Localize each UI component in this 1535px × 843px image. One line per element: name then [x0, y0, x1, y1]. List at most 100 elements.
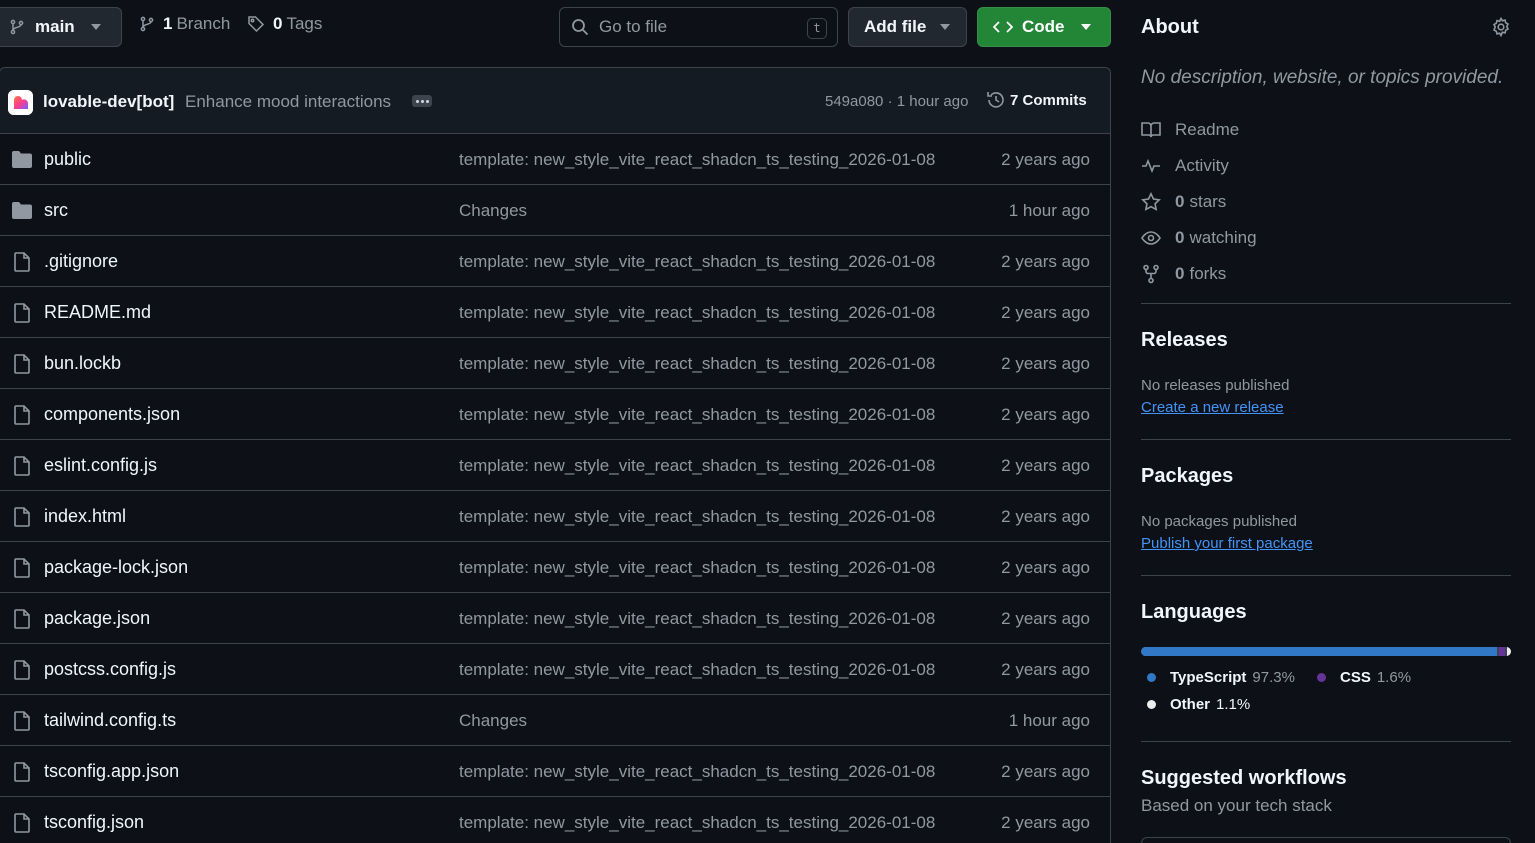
file-row[interactable]: package-lock.json template: new_style_vit… [0, 542, 1110, 593]
branches-label: Branch [176, 14, 231, 33]
forks-link[interactable]: 0 forks [1141, 256, 1257, 292]
file-name-link[interactable]: tailwind.config.ts [44, 710, 176, 731]
watchers-link[interactable]: 0 watching [1141, 220, 1257, 256]
file-icon [13, 507, 31, 527]
file-row[interactable]: bun.lockb template: new_style_vite_react_… [0, 338, 1110, 389]
file-commit-age: 1 hour ago [1008, 201, 1090, 220]
file-row[interactable]: eslint.config.js template: new_style_vite… [0, 440, 1110, 491]
about-heading: About [1141, 16, 1199, 38]
file-name-link[interactable]: README.md [44, 302, 151, 323]
branches-link[interactable]: 1 Branch [139, 14, 230, 34]
history-icon [986, 90, 1006, 110]
file-icon [13, 660, 31, 680]
commit-message-link[interactable]: Enhance mood interactions [185, 92, 391, 112]
language-bar-segment [1506, 647, 1511, 656]
file-row[interactable]: index.html template: new_style_vite_react… [0, 491, 1110, 542]
file-commit-message-link[interactable]: template: new_style_vite_react_shadcn_ts… [459, 303, 935, 323]
file-commit-message-link[interactable]: Changes [459, 201, 527, 221]
file-row[interactable]: postcss.config.js template: new_style_vit… [0, 644, 1110, 695]
language-percent: 1.6% [1376, 669, 1412, 686]
publish-package-link[interactable]: Publish your first package [1141, 535, 1313, 552]
file-name-link[interactable]: components.json [44, 404, 180, 425]
file-commit-message-link[interactable]: template: new_style_vite_react_shadcn_ts… [459, 558, 935, 578]
file-row[interactable]: tsconfig.json template: new_style_vite_re… [0, 797, 1110, 843]
packages-empty-text: No packages published [1141, 513, 1297, 530]
file-commit-message-link[interactable]: template: new_style_vite_react_shadcn_ts… [459, 609, 935, 629]
tags-label: Tags [286, 14, 323, 33]
activity-link[interactable]: Activity [1141, 148, 1257, 184]
language-typescript[interactable]: TypeScript 97.3% [1147, 669, 1295, 686]
file-row[interactable]: tailwind.config.ts Changes 1 hour ago [0, 695, 1110, 746]
file-row[interactable]: tsconfig.app.json template: new_style_vit… [0, 746, 1110, 797]
releases-heading[interactable]: Releases [1141, 329, 1228, 352]
workflow-card[interactable] [1141, 837, 1511, 843]
file-name-link[interactable]: package-lock.json [44, 557, 188, 578]
file-row[interactable]: .gitignore template: new_style_vite_react… [0, 236, 1110, 287]
workflows-heading: Suggested workflows [1141, 767, 1347, 789]
commits-history-link[interactable]: 7 Commits [986, 90, 1087, 110]
file-name-link[interactable]: tsconfig.app.json [44, 761, 179, 782]
go-to-file-input[interactable]: Go to file t [559, 7, 838, 47]
star-icon [1141, 192, 1161, 212]
file-commit-message-link[interactable]: Changes [459, 711, 527, 731]
avatar[interactable] [8, 90, 33, 115]
file-row[interactable]: components.json template: new_style_vite_… [0, 389, 1110, 440]
branch-selector-button[interactable]: main [0, 7, 122, 47]
branches-count: 1 [163, 14, 173, 33]
file-commit-message-link[interactable]: template: new_style_vite_react_shadcn_ts… [459, 252, 935, 272]
file-icon [13, 303, 31, 323]
create-release-link[interactable]: Create a new release [1141, 399, 1284, 416]
commit-author-link[interactable]: lovable-dev[bot] [43, 92, 174, 112]
language-color-dot [1147, 673, 1156, 682]
file-commit-message-link[interactable]: template: new_style_vite_react_shadcn_ts… [459, 354, 935, 374]
language-color-dot [1147, 700, 1156, 709]
packages-heading[interactable]: Packages [1141, 465, 1233, 488]
file-name-link[interactable]: public [44, 149, 91, 170]
stars-count: 0 [1175, 192, 1185, 211]
file-name-link[interactable]: index.html [44, 506, 126, 527]
file-icon [13, 711, 31, 731]
file-name-link[interactable]: package.json [44, 608, 150, 629]
language-name: Other [1170, 696, 1211, 713]
file-name-link[interactable]: .gitignore [44, 251, 118, 272]
file-row[interactable]: public template: new_style_vite_react_sha… [0, 134, 1110, 185]
stars-link[interactable]: 0 stars [1141, 184, 1257, 220]
add-file-button[interactable]: Add file [848, 7, 967, 47]
file-commit-message-link[interactable]: template: new_style_vite_react_shadcn_ts… [459, 813, 935, 833]
file-commit-message-link[interactable]: template: new_style_vite_react_shadcn_ts… [459, 150, 935, 170]
about-description: No description, website, or topics provi… [1141, 67, 1504, 88]
add-file-label: Add file [864, 17, 927, 36]
code-button[interactable]: Code [977, 7, 1111, 47]
tags-link[interactable]: 0 Tags [247, 14, 322, 34]
chevron-down-icon [940, 24, 951, 30]
chevron-down-icon [1080, 24, 1091, 30]
file-row[interactable]: src Changes 1 hour ago [0, 185, 1110, 236]
gear-icon[interactable] [1491, 17, 1511, 37]
file-row[interactable]: package.json template: new_style_vite_rea… [0, 593, 1110, 644]
language-name: TypeScript [1170, 669, 1247, 686]
file-commit-message-link[interactable]: template: new_style_vite_react_shadcn_ts… [459, 405, 935, 425]
code-icon [993, 20, 1013, 34]
watching-count: 0 [1175, 228, 1185, 247]
forks-label: forks [1189, 264, 1227, 283]
language-name: CSS [1340, 669, 1371, 686]
file-name-link[interactable]: eslint.config.js [44, 455, 157, 476]
workflows-subtitle: Based on your tech stack [1141, 796, 1332, 815]
file-name-link[interactable]: bun.lockb [44, 353, 121, 374]
commit-hash-time[interactable]: 549a080 · 1 hour ago [825, 93, 968, 110]
file-icon [13, 456, 31, 476]
file-commit-message-link[interactable]: template: new_style_vite_react_shadcn_ts… [459, 660, 935, 680]
file-commit-message-link[interactable]: template: new_style_vite_react_shadcn_ts… [459, 762, 935, 782]
readme-link[interactable]: Readme [1141, 112, 1257, 148]
file-name-link[interactable]: src [44, 200, 68, 221]
file-name-link[interactable]: postcss.config.js [44, 659, 176, 680]
file-list: public template: new_style_vite_react_sha… [0, 134, 1110, 843]
file-commit-message-link[interactable]: template: new_style_vite_react_shadcn_ts… [459, 456, 935, 476]
expand-commit-message-button[interactable] [412, 95, 432, 107]
file-commit-message-link[interactable]: template: new_style_vite_react_shadcn_ts… [459, 507, 935, 527]
file-name-link[interactable]: tsconfig.json [44, 812, 144, 833]
repo-toolbar: main 1 Branch 0 Tags Go to file t Add fi… [0, 0, 1111, 55]
language-css[interactable]: CSS 1.6% [1317, 669, 1411, 686]
file-row[interactable]: README.md template: new_style_vite_react_… [0, 287, 1110, 338]
file-icon [13, 813, 31, 833]
